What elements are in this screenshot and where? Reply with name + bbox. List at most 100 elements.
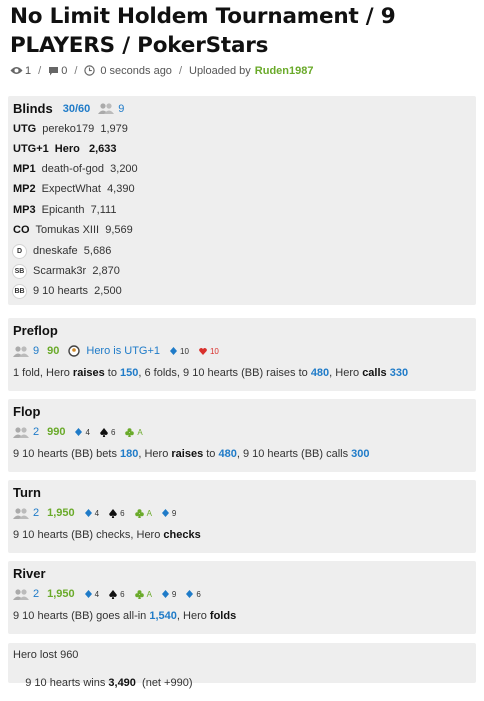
pot-size: 990: [47, 426, 66, 438]
diamond-icon: [84, 509, 92, 517]
hero-position: Hero is UTG+1: [86, 345, 161, 357]
player-name: Hero: [54, 143, 80, 155]
river-panel: River 2 1,950 4 6 A 9 6 9 10 hearts (BB)…: [8, 561, 476, 634]
street-info: 2 1,950 4 6 A 9 6: [13, 587, 201, 601]
views-count: 1: [10, 65, 31, 77]
seat-row: MP1 death-of-god 3,200: [13, 163, 138, 175]
card: 6: [186, 590, 201, 599]
card: 6: [109, 508, 125, 518]
spade-icon: [109, 508, 117, 518]
players-count: 2: [33, 507, 40, 519]
players-icon: [13, 507, 29, 519]
diamond-icon: [75, 428, 83, 436]
pot-size: 1,950: [47, 588, 75, 600]
player-stack: 3,200: [110, 163, 138, 175]
spade-icon: [100, 427, 108, 437]
player-name: 9 10 hearts: [33, 285, 89, 297]
hero-result: Hero lost 960: [13, 649, 79, 661]
diamond-icon: [161, 590, 169, 598]
action-line: 1 fold, Hero raises to 150, 6 folds, 9 1…: [13, 367, 409, 379]
players-icon: [13, 588, 29, 600]
small-blind-chip: SB: [12, 263, 27, 279]
seat-row: BB 9 10 hearts 2,500: [12, 283, 122, 299]
players-icon: [13, 345, 29, 357]
seat-row-hero: UTG+1 Hero 2,633: [13, 143, 117, 155]
page-title: No Limit Holdem Tournament / 9 PLAYERS /…: [10, 4, 396, 58]
player-stack: 2,870: [92, 265, 120, 277]
seat-row: D dneskafe 5,686: [12, 243, 111, 259]
player-name: Epicanth: [41, 204, 85, 216]
card: 4: [75, 428, 90, 437]
uploaded-by-label: Uploaded by: [189, 64, 251, 77]
action-line: 9 10 hearts (BB) goes all-in 1,540, Hero…: [13, 610, 237, 622]
meta-separator: /: [38, 64, 42, 77]
blinds-panel: Blinds 30/60 9 UTG pereko179 1,979 UTG+1…: [8, 96, 476, 305]
street-title: River: [13, 566, 46, 581]
hole-cards: 10 10: [170, 347, 219, 356]
turn-panel: Turn 2 1,950 4 6 A 9 9 10 hearts (BB) ch…: [8, 480, 476, 553]
flop-panel: Flop 2 990 4 6 A 9 10 hearts (BB) bets 1…: [8, 399, 476, 472]
player-name: ExpectWhat: [41, 183, 101, 195]
dealer-chip: D: [12, 243, 27, 259]
card: 10: [199, 347, 219, 356]
player-name: dneskafe: [33, 245, 78, 257]
seat-row: CO Tomukas XIII 9,569: [13, 224, 133, 236]
big-blind-chip: BB: [12, 283, 27, 299]
player-stack: 5,686: [83, 245, 112, 257]
street-info: 9 90 Hero is UTG+1 10 10: [13, 344, 219, 358]
players-count: 9: [33, 345, 40, 357]
card: 9: [161, 590, 176, 599]
players-count: 2: [33, 588, 40, 600]
heart-icon: [199, 347, 207, 355]
club-icon: [134, 589, 144, 599]
player-stack: 7,111: [90, 204, 117, 216]
club-icon: [125, 427, 135, 437]
seat-row: UTG pereko179 1,979: [13, 123, 128, 135]
pot-size: 90: [47, 345, 60, 357]
seat-row: MP2 ExpectWhat 4,390: [13, 183, 135, 195]
board-cards: 4 6 A 9: [84, 508, 176, 518]
action-line: 9 10 hearts (BB) bets 180, Hero raises t…: [13, 448, 370, 460]
player-stack: 4,390: [107, 183, 135, 195]
board-cards: 4 6 A 9 6: [84, 589, 201, 599]
comments-count[interactable]: 0: [48, 65, 67, 77]
players-count: 9: [98, 103, 124, 115]
card: 9: [161, 509, 176, 518]
card: 6: [109, 589, 125, 599]
players-icon: [13, 426, 29, 438]
card: 6: [100, 427, 115, 437]
player-name: pereko179: [42, 123, 95, 135]
player-stack: 2,500: [94, 285, 122, 297]
player-stack: 1,979: [100, 123, 128, 135]
action-line: 9 10 hearts (BB) checks, Hero checks: [13, 529, 201, 541]
street-info: 2 1,950 4 6 A 9: [13, 506, 176, 520]
card: 4: [84, 590, 99, 599]
seat-row: SB Scarmak3r 2,870: [12, 263, 120, 279]
meta-bar: 1 / 0 / 0 seconds ago / Uploaded by Rude…: [0, 60, 484, 80]
players-icon: [98, 103, 115, 114]
hero-marker-icon: [68, 345, 81, 357]
meta-separator: /: [178, 64, 182, 77]
player-stack: 9,569: [105, 224, 133, 236]
card: 10: [170, 347, 189, 356]
card: 4: [84, 509, 99, 518]
meta-separator: /: [74, 64, 78, 77]
comment-icon: [49, 66, 59, 75]
card: A: [134, 508, 152, 518]
card: A: [134, 589, 152, 599]
spade-icon: [109, 589, 117, 599]
club-icon: [134, 508, 144, 518]
street-title: Preflop: [13, 323, 58, 338]
uploader-link[interactable]: Ruden1987: [255, 65, 314, 77]
eye-icon: [10, 67, 23, 74]
winner-result: 9 10 hearts wins 3,490 (net +990): [25, 677, 193, 689]
player-stack: 2,633: [89, 143, 117, 155]
player-name: death-of-god: [41, 163, 105, 175]
upload-time: 0 seconds ago: [84, 65, 172, 77]
diamond-icon: [84, 590, 92, 598]
street-title: Flop: [13, 404, 41, 419]
card: A: [125, 427, 143, 437]
street-info: 2 990 4 6 A: [13, 425, 143, 439]
blinds-value: 30/60: [62, 102, 91, 115]
seat-row: MP3 Epicanth 7,111: [13, 204, 117, 216]
